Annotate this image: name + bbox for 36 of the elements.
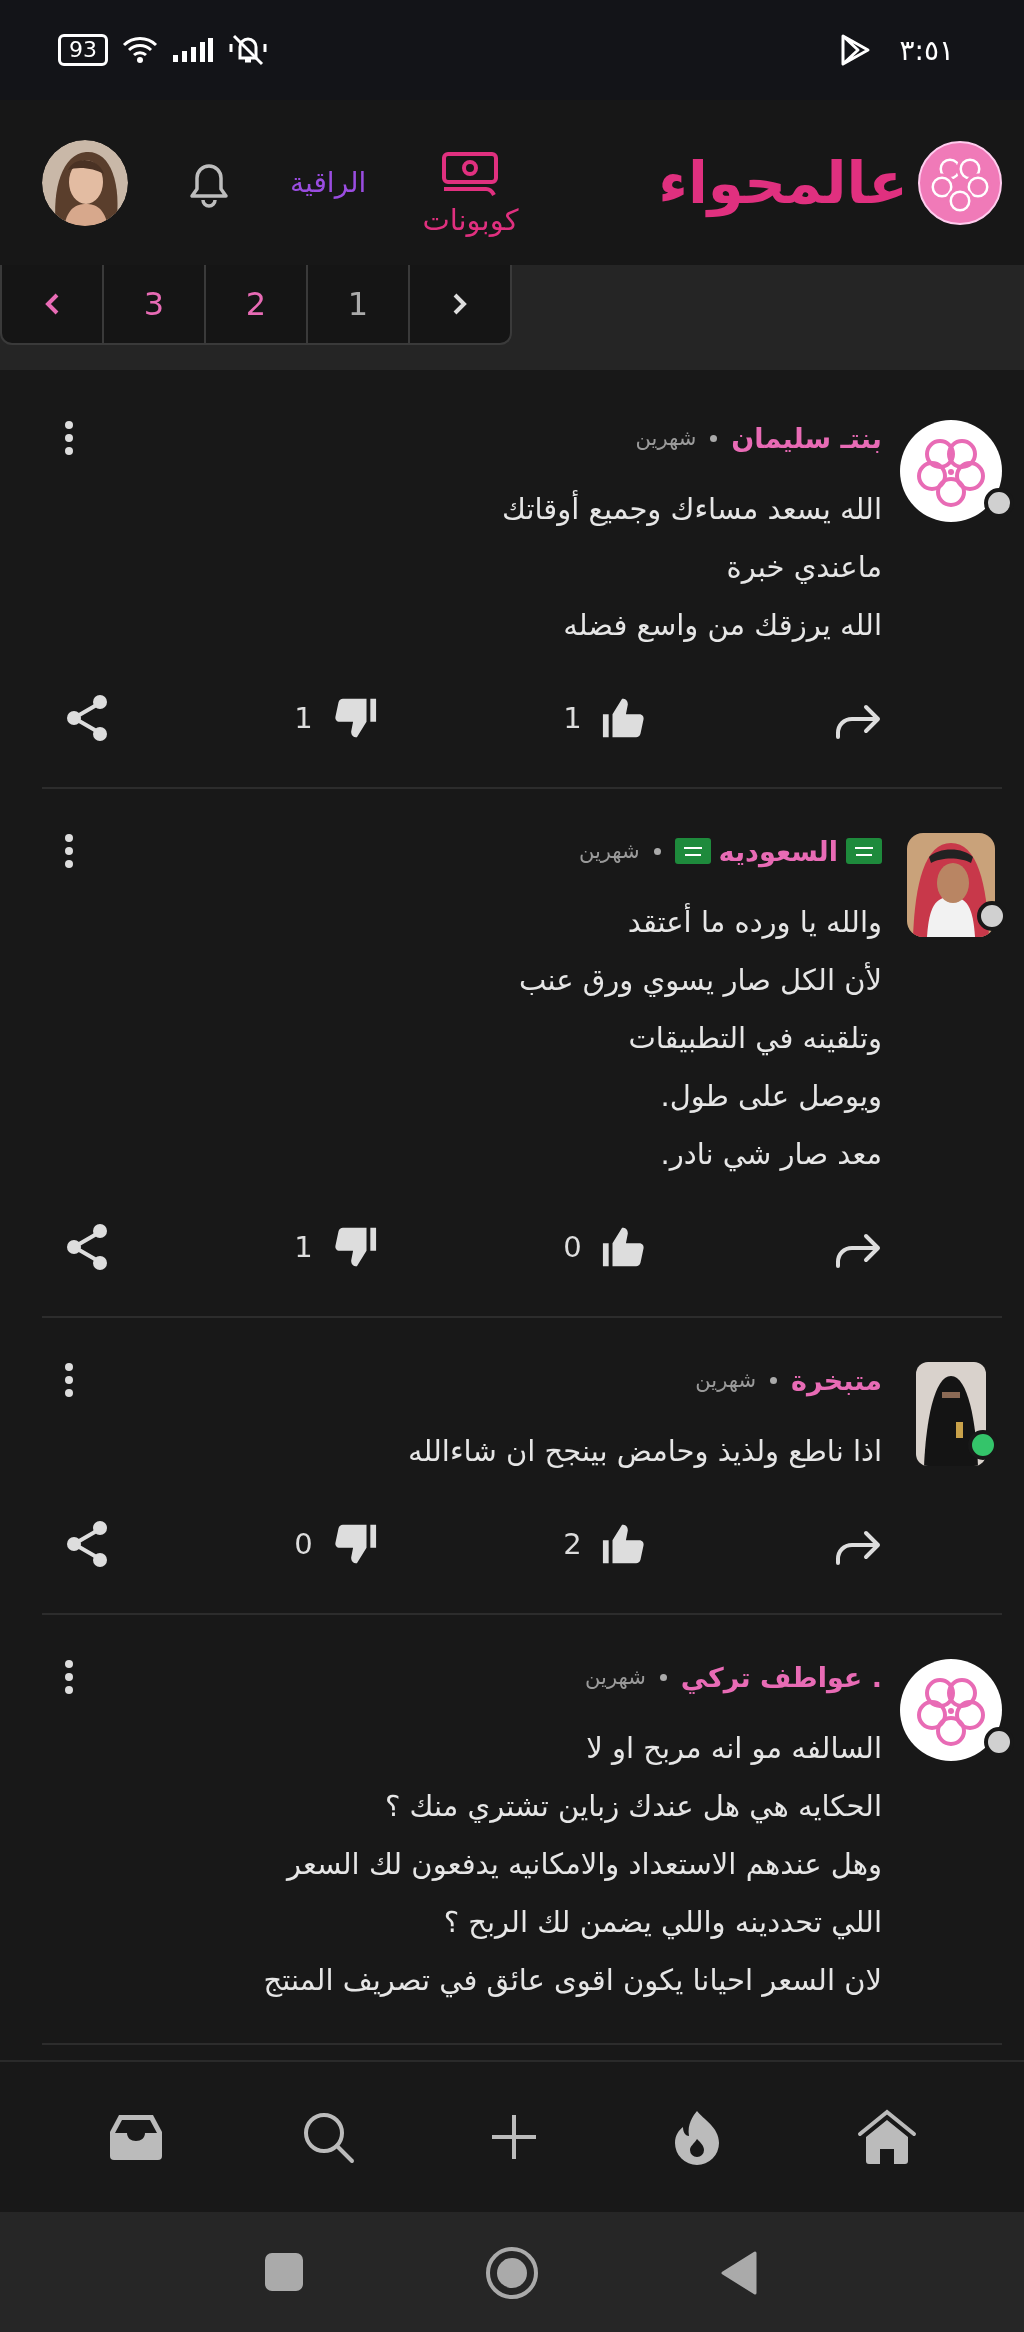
comment-text: الحكايه هي هل عندك زباين تشتري منك ؟: [383, 1788, 882, 1826]
dislike-button[interactable]: 1: [294, 695, 379, 741]
like-button[interactable]: 1: [563, 695, 648, 741]
comment-time: شهرين: [695, 1368, 757, 1392]
comment-text: لان السعر احيانا يكون اقوى عائق في تصريف المنتج: [262, 1962, 882, 2000]
site-logo[interactable]: عالمحواء: [658, 140, 1002, 225]
comment-time: شهرين: [635, 426, 697, 450]
author-name[interactable]: متبخرة: [791, 1364, 882, 1396]
comment-text: معد صار شي نادر.: [659, 1136, 882, 1174]
comment-text: وتلقينه في التطبيقات: [627, 1020, 882, 1058]
page-button[interactable]: 2: [204, 265, 306, 343]
author-name[interactable]: السعوديه: [718, 835, 838, 867]
comment-text: السالفه مو انه مربح او لا: [585, 1730, 882, 1767]
clock-time: ٣:٥١: [899, 33, 954, 67]
comment-time: شهرين: [585, 1665, 646, 1689]
comment-text: اللي تحددينه واللي يضمن لك الربح ؟: [442, 1904, 882, 1942]
like-button[interactable]: 2: [563, 1521, 648, 1567]
like-button[interactable]: 0: [563, 1224, 648, 1270]
comment-text: ماعندي خبرة: [725, 549, 882, 586]
comment-text: وهل عندهم الاستعداد والامكانيه يدفعون لك السعر: [284, 1846, 882, 1883]
dislike-button[interactable]: 1: [294, 1224, 379, 1270]
comment-text: لأن الكل صار يسوي ورق عنب: [518, 961, 882, 999]
author-name[interactable]: بنتـ سليمان: [731, 422, 882, 454]
dislike-button[interactable]: 0: [294, 1521, 379, 1567]
premium-link[interactable]: الراقية: [290, 166, 367, 199]
comment-text: اذا ناطع ولذيذ وحامض بينجح ان شاءالله: [406, 1433, 882, 1470]
coupons-button[interactable]: كوبونات: [422, 128, 519, 237]
page-button[interactable]: 1: [306, 265, 408, 343]
comment-text: الله يسعد مساءك وجميع أوقاتك: [501, 489, 882, 528]
comment-time: شهرين: [578, 839, 640, 863]
comment-text: ويوصل على طول.: [659, 1078, 882, 1115]
comment-text: والله يا ورده ما أعتقد: [626, 902, 882, 941]
page-button[interactable]: 3: [102, 265, 204, 343]
battery-indicator: 93: [58, 34, 108, 66]
author-name[interactable]: عواطف تركي .: [680, 1661, 882, 1693]
comment-text: الله يرزقك من واسع فضله: [562, 607, 882, 644]
